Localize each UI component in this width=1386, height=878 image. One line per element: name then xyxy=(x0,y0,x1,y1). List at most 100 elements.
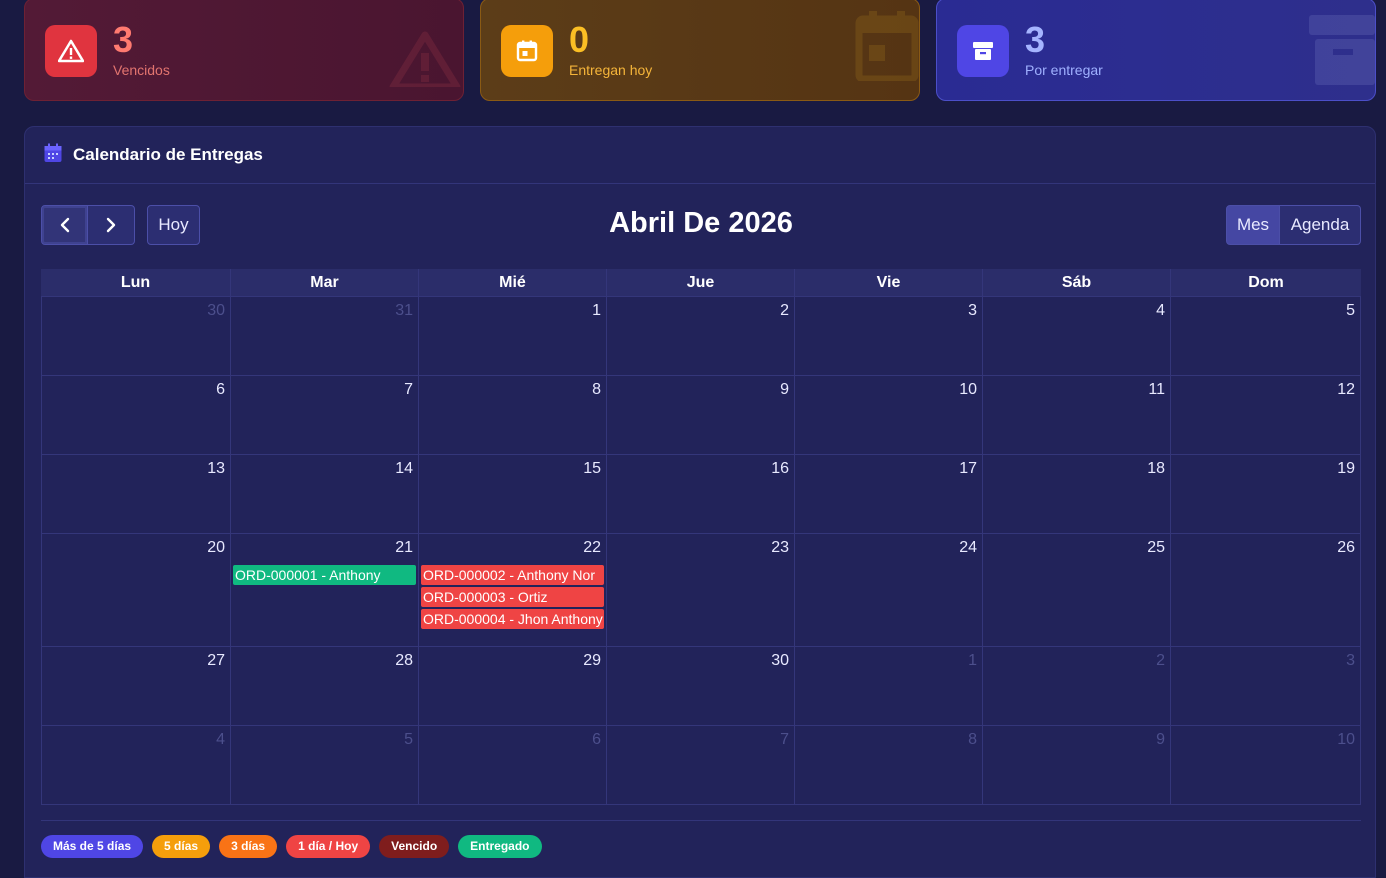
day-cell[interactable]: 9 xyxy=(982,726,1170,804)
calendar-event[interactable]: ORD-000004 - Jhon Anthony xyxy=(421,609,604,629)
day-cell[interactable]: 23 xyxy=(606,534,794,646)
day-cell[interactable]: 1 xyxy=(794,647,982,725)
day-number[interactable]: 4 xyxy=(1156,302,1165,320)
day-cell[interactable]: 2 xyxy=(982,647,1170,725)
day-number[interactable]: 19 xyxy=(1337,460,1355,478)
day-number[interactable]: 4 xyxy=(216,731,225,749)
day-number[interactable]: 1 xyxy=(968,652,977,670)
day-cell[interactable]: 7 xyxy=(606,726,794,804)
day-number[interactable]: 26 xyxy=(1337,539,1355,557)
day-cell[interactable]: 5 xyxy=(1170,297,1361,375)
day-number[interactable]: 28 xyxy=(395,652,413,670)
day-cell[interactable]: 30 xyxy=(606,647,794,725)
legend-badge: 1 día / Hoy xyxy=(286,835,371,858)
day-number[interactable]: 25 xyxy=(1147,539,1165,557)
day-number[interactable]: 2 xyxy=(1156,652,1165,670)
calendar-event[interactable]: ORD-000002 - Anthony Nor xyxy=(421,565,604,585)
day-cell[interactable]: 10 xyxy=(794,376,982,454)
day-cell[interactable]: 4 xyxy=(982,297,1170,375)
day-number[interactable]: 15 xyxy=(583,460,601,478)
day-cell[interactable]: 3 xyxy=(1170,647,1361,725)
day-number[interactable]: 29 xyxy=(583,652,601,670)
view-agenda-button[interactable]: Agenda xyxy=(1280,205,1361,245)
day-number[interactable]: 27 xyxy=(207,652,225,670)
day-number[interactable]: 20 xyxy=(207,539,225,557)
view-month-button[interactable]: Mes xyxy=(1226,205,1280,245)
week-row: 30 31 1 2 3 4 5 xyxy=(41,296,1361,375)
day-number[interactable]: 22 xyxy=(583,539,601,557)
day-number[interactable]: 8 xyxy=(592,381,601,399)
day-cell[interactable]: 26 xyxy=(1170,534,1361,646)
warning-watermark-icon xyxy=(387,7,463,91)
day-number[interactable]: 3 xyxy=(1346,652,1355,670)
day-cell[interactable]: 6 xyxy=(418,726,606,804)
day-cell[interactable]: 6 xyxy=(41,376,230,454)
day-number[interactable]: 5 xyxy=(1346,302,1355,320)
day-number[interactable]: 7 xyxy=(404,381,413,399)
day-number[interactable]: 10 xyxy=(959,381,977,399)
day-cell[interactable]: 22 ORD-000002 - Anthony Nor ORD-000003 - O… xyxy=(418,534,606,646)
day-number[interactable]: 1 xyxy=(592,302,601,320)
day-cell[interactable]: 19 xyxy=(1170,455,1361,533)
day-cell[interactable]: 16 xyxy=(606,455,794,533)
day-number[interactable]: 30 xyxy=(771,652,789,670)
day-number[interactable]: 30 xyxy=(207,302,225,320)
day-number[interactable]: 18 xyxy=(1147,460,1165,478)
day-cell[interactable]: 14 xyxy=(230,455,418,533)
legend-badge: 3 días xyxy=(219,835,278,858)
day-cell[interactable]: 15 xyxy=(418,455,606,533)
day-cell[interactable]: 2 xyxy=(606,297,794,375)
day-number[interactable]: 5 xyxy=(404,731,413,749)
day-number[interactable]: 12 xyxy=(1337,381,1355,399)
day-cell[interactable]: 24 xyxy=(794,534,982,646)
stat-card-today: 0 Entregan hoy xyxy=(480,0,920,101)
day-cell[interactable]: 25 xyxy=(982,534,1170,646)
day-number[interactable]: 2 xyxy=(780,302,789,320)
day-number[interactable]: 24 xyxy=(959,539,977,557)
day-cell[interactable]: 8 xyxy=(794,726,982,804)
day-number[interactable]: 14 xyxy=(395,460,413,478)
day-cell[interactable]: 31 xyxy=(230,297,418,375)
day-number[interactable]: 31 xyxy=(395,302,413,320)
day-cell[interactable]: 13 xyxy=(41,455,230,533)
day-number[interactable]: 9 xyxy=(1156,731,1165,749)
day-cell[interactable]: 10 xyxy=(1170,726,1361,804)
day-cell[interactable]: 11 xyxy=(982,376,1170,454)
day-number[interactable]: 13 xyxy=(207,460,225,478)
day-number[interactable]: 9 xyxy=(780,381,789,399)
day-cell[interactable]: 27 xyxy=(41,647,230,725)
day-cell[interactable]: 3 xyxy=(794,297,982,375)
day-number[interactable]: 11 xyxy=(1148,381,1165,399)
day-number[interactable]: 10 xyxy=(1337,731,1355,749)
calendar-panel: Calendario de Entregas Hoy Abril De 2026… xyxy=(24,126,1376,878)
day-number[interactable]: 6 xyxy=(592,731,601,749)
day-cell[interactable]: 17 xyxy=(794,455,982,533)
day-cell[interactable]: 21 ORD-000001 - Anthony xyxy=(230,534,418,646)
day-number[interactable]: 23 xyxy=(771,539,789,557)
day-cell[interactable]: 28 xyxy=(230,647,418,725)
day-cell[interactable]: 29 xyxy=(418,647,606,725)
day-cell[interactable]: 1 xyxy=(418,297,606,375)
weekday-0: Lun xyxy=(120,274,151,291)
day-cell[interactable]: 9 xyxy=(606,376,794,454)
day-number[interactable]: 6 xyxy=(216,381,225,399)
day-cell[interactable]: 4 xyxy=(41,726,230,804)
day-number[interactable]: 7 xyxy=(780,731,789,749)
day-number[interactable]: 8 xyxy=(968,731,977,749)
warning-icon xyxy=(45,25,97,77)
day-cell[interactable]: 12 xyxy=(1170,376,1361,454)
archive-icon xyxy=(957,25,1009,77)
day-cell[interactable]: 20 xyxy=(41,534,230,646)
calendar-event[interactable]: ORD-000003 - Ortiz xyxy=(421,587,604,607)
day-cell[interactable]: 18 xyxy=(982,455,1170,533)
day-cell[interactable]: 5 xyxy=(230,726,418,804)
day-number[interactable]: 21 xyxy=(395,539,413,557)
day-cell[interactable]: 30 xyxy=(41,297,230,375)
day-number[interactable]: 16 xyxy=(771,460,789,478)
calendar-event[interactable]: ORD-000001 - Anthony xyxy=(233,565,416,585)
day-number[interactable]: 17 xyxy=(959,460,977,478)
day-cell[interactable]: 7 xyxy=(230,376,418,454)
day-cell[interactable]: 8 xyxy=(418,376,606,454)
day-number[interactable]: 3 xyxy=(968,302,977,320)
weekday-4: Vie xyxy=(794,269,982,296)
